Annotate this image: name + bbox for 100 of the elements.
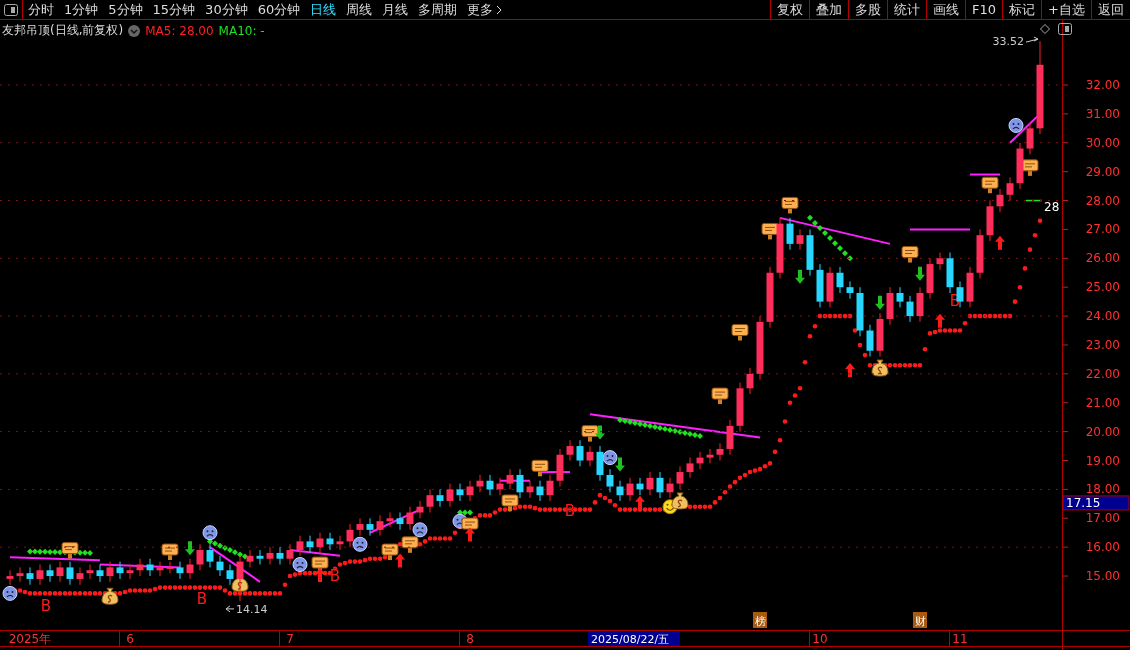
- price-label: 26.00: [1085, 251, 1120, 266]
- panel-toggle-icon[interactable]: [4, 3, 18, 16]
- period-tab[interactable]: 5分钟: [103, 0, 148, 19]
- price-label: 23.00: [1085, 337, 1120, 352]
- period-tab[interactable]: 30分钟: [200, 0, 253, 19]
- candlestick: [676, 465, 684, 490]
- toolbar-button[interactable]: 多股: [848, 0, 888, 19]
- toolbar-button[interactable]: 复权: [770, 0, 810, 19]
- signal-letter: B: [564, 501, 576, 520]
- period-tab[interactable]: 分时: [23, 0, 59, 19]
- price-label: 15.00: [1085, 569, 1120, 584]
- toolbar-button[interactable]: 统计: [887, 0, 927, 19]
- candlestick: [516, 468, 524, 499]
- dropdown-icon[interactable]: [128, 24, 141, 37]
- arrow-down-icon: [795, 269, 805, 284]
- candlestick: [726, 419, 734, 456]
- date-label: 2025年: [8, 632, 52, 646]
- candlestick: [166, 561, 174, 574]
- candlestick: [336, 535, 344, 551]
- price-label: 17.00: [1085, 511, 1120, 526]
- period-tab[interactable]: 月线: [377, 0, 414, 19]
- date-label: 11: [952, 632, 968, 646]
- candlestick: [486, 474, 494, 496]
- date-label: 10: [812, 632, 828, 646]
- candlestick: [356, 517, 364, 537]
- candlestick: [916, 286, 924, 323]
- period-tab[interactable]: 多周期: [413, 0, 463, 19]
- frown-face-icon: [202, 525, 218, 541]
- candlestick: [596, 445, 604, 482]
- arrow-up-icon: [995, 235, 1005, 250]
- candlestick: [96, 564, 104, 583]
- candlestick: [996, 188, 1004, 213]
- price-label: 19.00: [1085, 453, 1120, 468]
- candlestick: [1026, 122, 1034, 155]
- period-tab[interactable]: 日线: [305, 0, 342, 19]
- toolbar-button[interactable]: 叠加: [809, 0, 849, 19]
- signboard-icon: [161, 543, 179, 561]
- level-line: [1025, 199, 1043, 202]
- toolbar-button[interactable]: +自选: [1041, 0, 1091, 19]
- candlestick: [316, 532, 324, 554]
- candlestick: [1006, 176, 1014, 202]
- diamond-icon[interactable]: [1040, 24, 1050, 34]
- period-tab[interactable]: 1分钟: [59, 0, 104, 19]
- candlestick: [346, 523, 354, 548]
- event-badge[interactable]: 榜: [753, 612, 767, 628]
- event-badge[interactable]: 财: [913, 612, 927, 628]
- trend-line: [289, 549, 341, 557]
- trend-line: [969, 173, 1001, 176]
- signboard-icon: [501, 494, 519, 511]
- toolbar-button[interactable]: F10: [965, 0, 1003, 19]
- candlestick: [906, 295, 914, 323]
- money-bag-icon: [671, 492, 689, 510]
- cursor-date-label: 2025/08/22/五: [588, 631, 680, 646]
- candlestick: [446, 483, 454, 508]
- period-tab[interactable]: 周线: [341, 0, 378, 19]
- signboard-icon: [901, 246, 919, 263]
- toolbar-button[interactable]: 标记: [1002, 0, 1042, 19]
- resistance-dotted-line: [807, 214, 853, 262]
- candlestick: [76, 566, 84, 586]
- indicator-value: MA5: 28.00: [145, 23, 214, 38]
- arrow-up-icon: [635, 495, 645, 510]
- candlestick: [386, 512, 394, 528]
- candlestick: [786, 217, 794, 251]
- date-label: 7: [286, 632, 294, 646]
- indicator-value: MA10: -: [218, 23, 265, 38]
- signboard-icon: [401, 536, 419, 553]
- signal-letter: B: [40, 596, 52, 615]
- signal-letter: B: [329, 566, 341, 585]
- candlestick: [266, 546, 274, 565]
- candlestick: [16, 566, 24, 583]
- candlestick: [136, 558, 144, 577]
- candlestick: [106, 561, 114, 583]
- toolbar-button[interactable]: 画线: [926, 0, 966, 19]
- candlestick: [536, 480, 544, 502]
- candlestick: [66, 561, 74, 586]
- candlestick: [626, 477, 634, 502]
- candlestick: [6, 569, 14, 586]
- arrow-down-icon: [185, 541, 195, 556]
- signboard-icon: [731, 324, 749, 341]
- period-tab[interactable]: 15分钟: [147, 0, 201, 19]
- date-label: 8: [466, 632, 474, 646]
- candlestick: [376, 514, 384, 537]
- toolbar-button[interactable]: 返回: [1091, 0, 1130, 19]
- price-label: 31.00: [1085, 106, 1120, 121]
- period-tab[interactable]: 更多: [462, 0, 508, 19]
- arrow-up-icon: [935, 313, 945, 328]
- candlestick: [606, 468, 614, 493]
- candlestick: [306, 535, 314, 554]
- price-tag: 17.15: [1062, 495, 1130, 511]
- candlestick: [936, 252, 944, 271]
- frown-face-icon: [602, 450, 618, 466]
- candlestick: [616, 480, 624, 502]
- candlestick: [436, 488, 444, 508]
- candlestick: [896, 286, 904, 308]
- period-tab[interactable]: 60分钟: [252, 0, 306, 19]
- price-label: 20.00: [1085, 424, 1120, 439]
- panel-toggle-icon[interactable]: [1058, 23, 1072, 35]
- level-label: 28: [1044, 199, 1060, 214]
- trend-line: [539, 471, 571, 474]
- candlestick: [576, 439, 584, 467]
